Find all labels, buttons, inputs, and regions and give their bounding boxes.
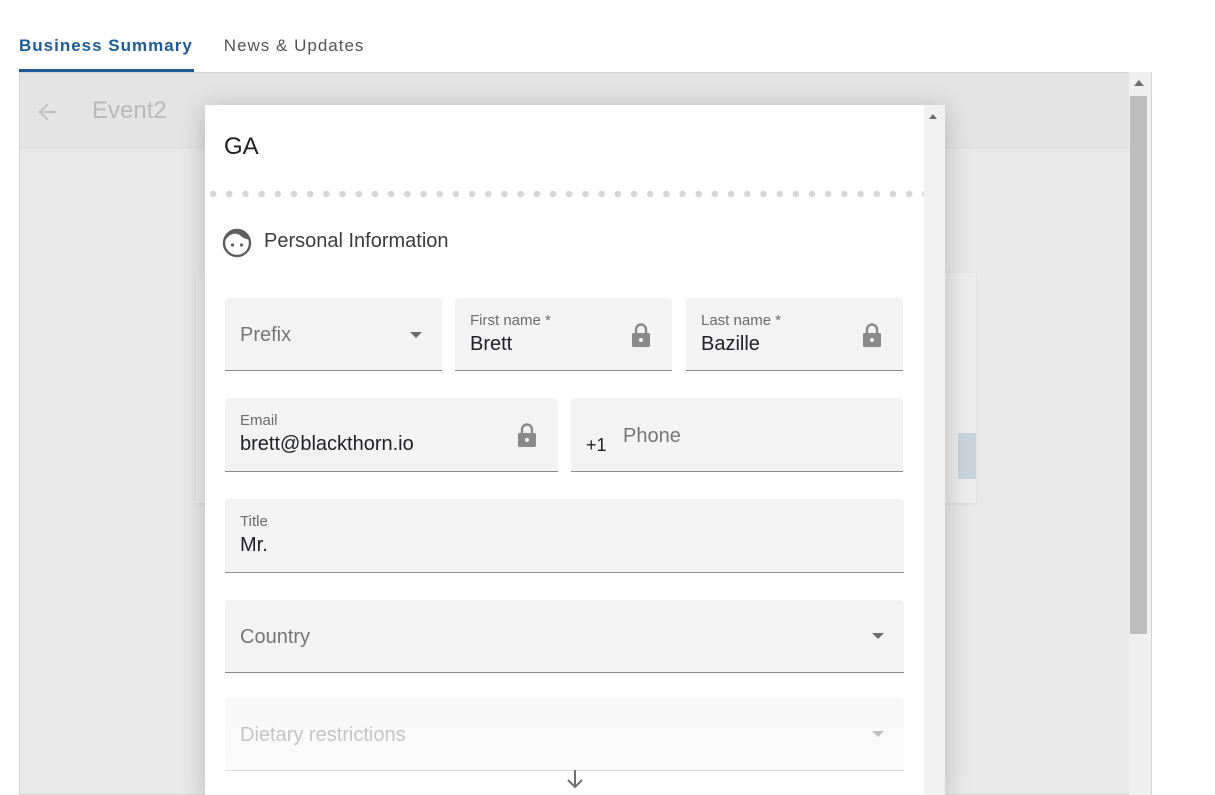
email-field[interactable]: Email brett@blackthorn.io <box>225 398 558 472</box>
scroll-up-icon[interactable] <box>929 114 937 119</box>
prefix-placeholder: Prefix <box>240 324 292 346</box>
dialog-scrollbar[interactable] <box>924 105 945 795</box>
dotted-divider <box>205 190 924 198</box>
phone-field[interactable]: +1 Phone <box>571 398 903 472</box>
chevron-down-icon <box>410 332 422 338</box>
phone-country-code: +1 <box>586 435 607 455</box>
last-name-field[interactable]: Last name * Bazille <box>686 298 903 371</box>
title-value: Mr. <box>240 534 268 556</box>
tab-bar: Business Summary News & Updates <box>19 30 364 72</box>
dialog-title: GA <box>224 133 259 160</box>
chevron-down-icon <box>872 633 884 639</box>
country-placeholder: Country <box>240 626 311 648</box>
email-label: Email <box>240 412 278 429</box>
chevron-down-icon <box>872 731 884 737</box>
tab-news-updates[interactable]: News & Updates <box>224 30 365 72</box>
page-scrollbar[interactable] <box>1129 72 1151 795</box>
arrow-down-icon[interactable] <box>563 767 587 791</box>
dietary-restrictions-placeholder: Dietary restrictions <box>240 724 406 746</box>
dietary-restrictions-select[interactable]: Dietary restrictions <box>225 698 904 771</box>
first-name-field[interactable]: First name * Brett <box>455 298 672 371</box>
registration-dialog: GA Personal Information Prefix First nam… <box>205 105 945 795</box>
arrow-left-icon[interactable] <box>34 99 60 125</box>
country-select[interactable]: Country <box>225 600 904 673</box>
lock-icon <box>518 423 536 447</box>
lock-icon <box>863 323 881 347</box>
event-title: Event2 <box>92 97 167 124</box>
background-button <box>958 433 976 479</box>
phone-placeholder: Phone <box>623 425 681 447</box>
title-field[interactable]: Title Mr. <box>225 499 904 573</box>
tab-business-summary[interactable]: Business Summary <box>19 30 194 72</box>
last-name-value: Bazille <box>701 333 760 355</box>
scroll-up-icon[interactable] <box>1134 80 1144 86</box>
section-title: Personal Information <box>264 230 449 252</box>
face-icon <box>222 228 252 258</box>
page-scrollbar-thumb[interactable] <box>1130 96 1147 634</box>
first-name-value: Brett <box>470 333 513 355</box>
title-label: Title <box>240 513 268 530</box>
email-value: brett@blackthorn.io <box>240 433 414 455</box>
prefix-select[interactable]: Prefix <box>225 298 442 371</box>
lock-icon <box>632 323 650 347</box>
last-name-label: Last name * <box>701 312 782 329</box>
first-name-label: First name * <box>470 312 551 329</box>
